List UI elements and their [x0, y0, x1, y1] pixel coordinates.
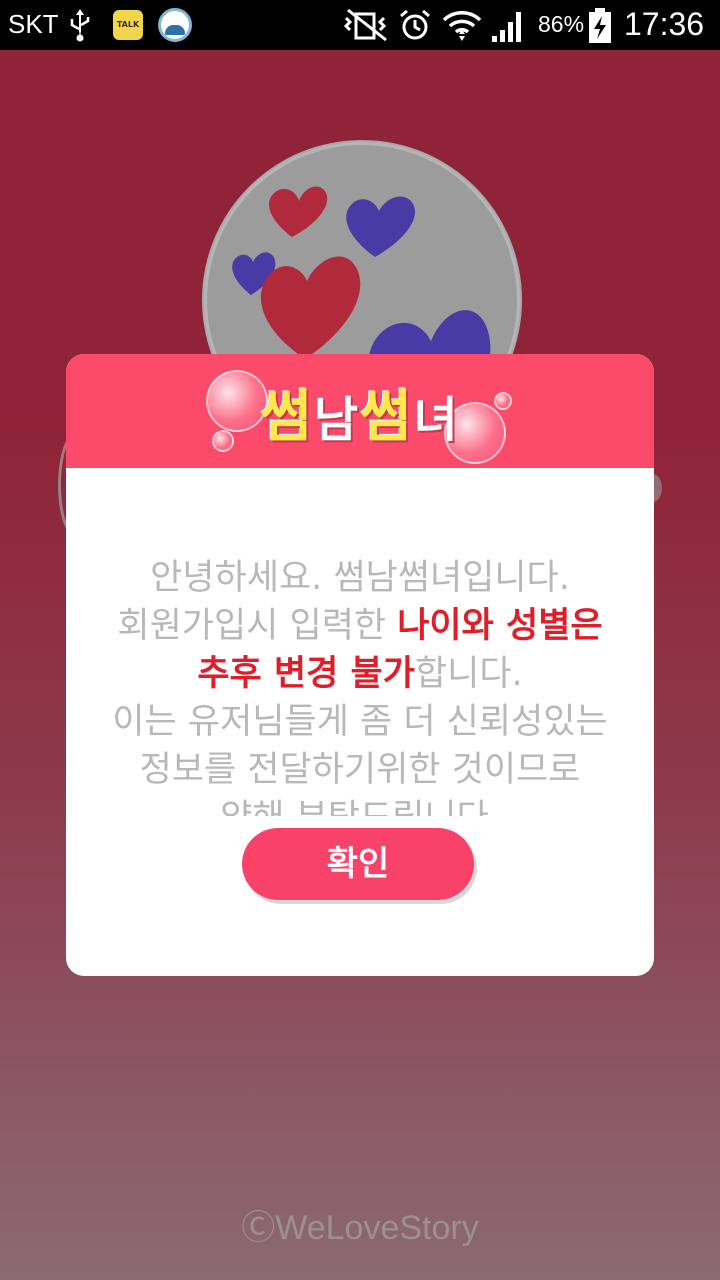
- message-line: 이는 유저님들게 좀 더 신뢰성있는: [112, 702, 608, 742]
- highlight-text: 나이와 성별은: [397, 606, 603, 646]
- kakaotalk-icon: TALK: [113, 10, 143, 40]
- message-line: 안녕하세요. 썸남썸녀입니다.: [150, 558, 570, 598]
- message-line: 정보를 전달하기위한 것이므로: [139, 750, 581, 790]
- dialog-header: 썸남썸녀: [66, 354, 654, 468]
- title-char: 썸: [260, 385, 314, 450]
- message-line: 추후 변경 불가합니다.: [197, 654, 523, 694]
- message-line: 회원가입시 입력한 나이와 성별은: [117, 606, 603, 646]
- status-bar: SKT TALK 86% 17:36: [0, 0, 720, 50]
- dialog-title: 썸남썸녀: [66, 372, 654, 453]
- app-notification-icon: [158, 8, 192, 42]
- signal-icon: [492, 12, 521, 42]
- notice-dialog: 썸남썸녀 안녕하세요. 썸남썸녀입니다. 회원가입시 입력한 나이와 성별은 추…: [66, 354, 654, 976]
- title-char: 남: [313, 392, 360, 448]
- alarm-icon: [400, 9, 430, 40]
- confirm-button[interactable]: 확인: [242, 828, 474, 900]
- battery-percent: 86%: [538, 11, 585, 37]
- carrier-label: SKT: [8, 9, 59, 39]
- title-char: 녀: [413, 392, 460, 448]
- copyright-text: ⒸWeLoveStory: [241, 1209, 479, 1247]
- battery-charging-icon: [589, 8, 611, 43]
- title-char: 썸: [360, 385, 414, 450]
- vibrate-mute-icon: [343, 8, 387, 42]
- wifi-icon: [442, 11, 482, 41]
- message-line: 양해 부탁드립니다.: [66, 794, 654, 816]
- dialog-message: 안녕하세요. 썸남썸녀입니다. 회원가입시 입력한 나이와 성별은 추후 변경 …: [66, 554, 654, 816]
- highlight-text: 추후 변경 불가: [197, 654, 415, 694]
- usb-icon: [70, 9, 90, 42]
- clock: 17:36: [624, 6, 705, 42]
